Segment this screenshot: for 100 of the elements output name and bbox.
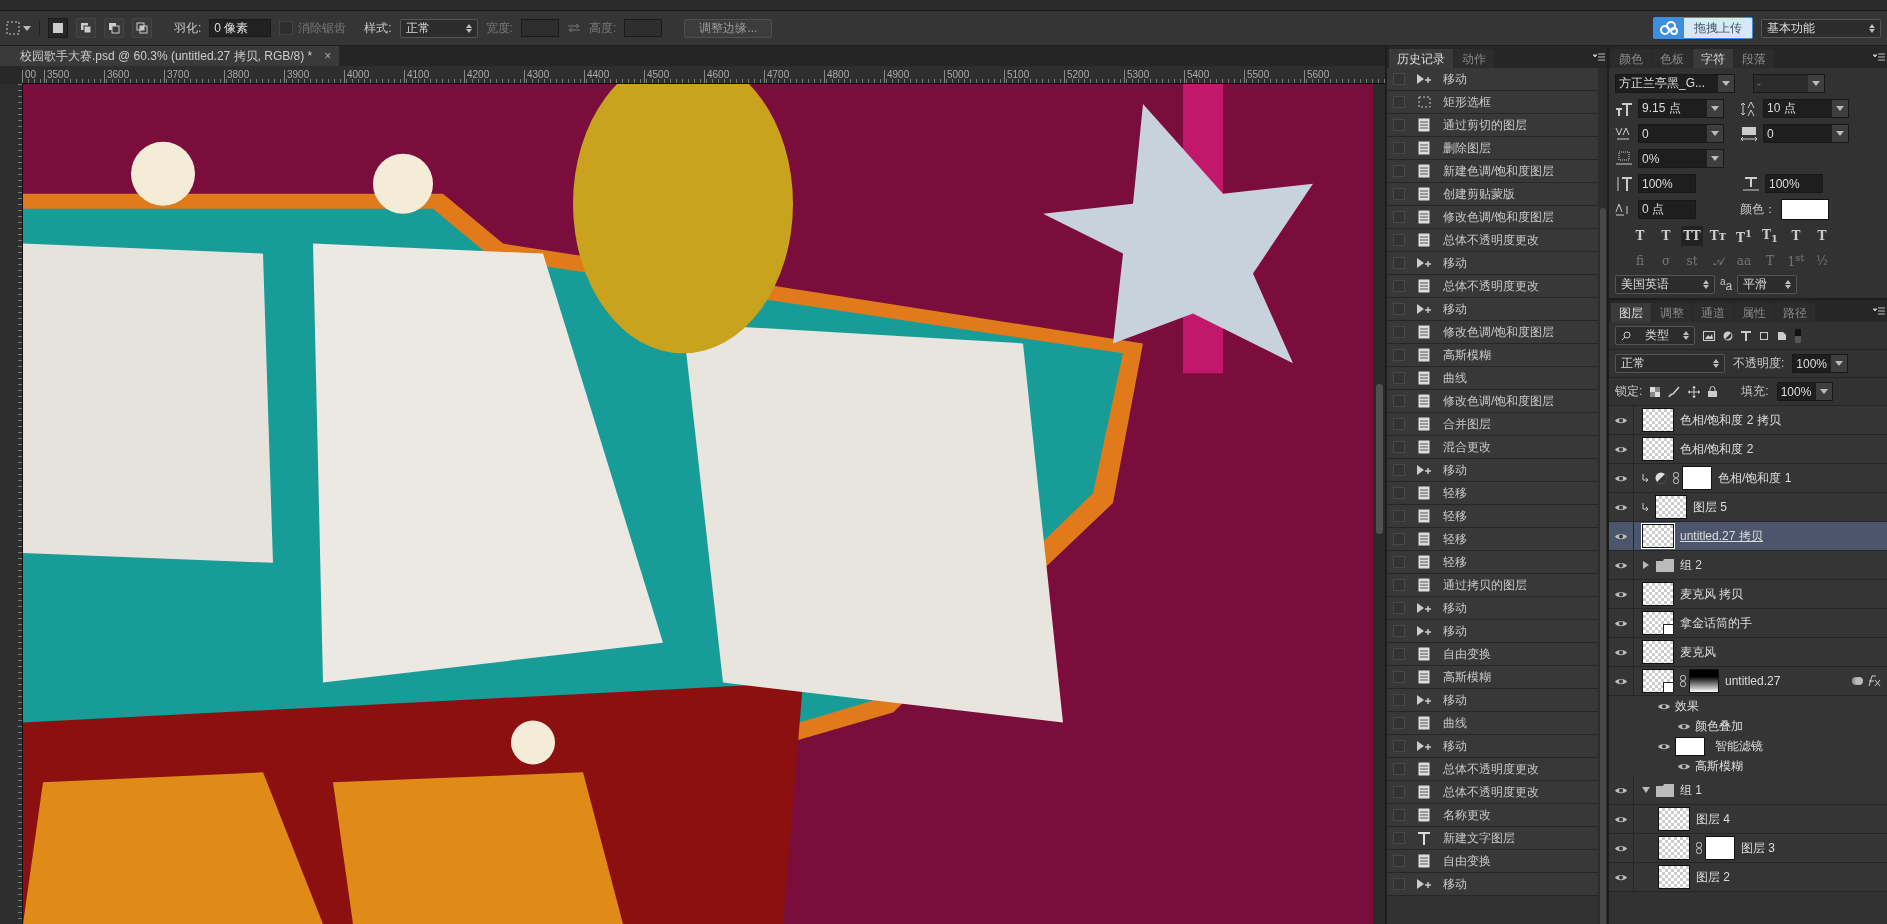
history-item[interactable]: 总体不透明度更改 (1387, 758, 1598, 781)
layer-row[interactable]: 组 1 (1609, 776, 1887, 805)
panel-tab[interactable]: 属性 (1734, 303, 1774, 322)
history-item[interactable]: 移动 (1387, 689, 1598, 712)
panel-tab[interactable]: 动作 (1454, 49, 1494, 68)
collapsed-triangle-icon[interactable] (1642, 561, 1650, 569)
refine-edge-button[interactable]: 调整边缘... (684, 18, 773, 38)
layer-row[interactable]: 图层 2 (1609, 863, 1887, 892)
image-filter-icon[interactable] (1703, 330, 1715, 341)
type-filter-icon[interactable] (1741, 330, 1751, 341)
eye-icon[interactable] (1677, 761, 1691, 771)
layer-row[interactable]: 图层 4 (1609, 805, 1887, 834)
eye-icon[interactable] (1614, 473, 1628, 483)
baseline-shift-field[interactable]: 0 点 (1638, 200, 1696, 219)
history-item[interactable]: 高斯模糊 (1387, 344, 1598, 367)
eye-icon[interactable] (1614, 589, 1628, 599)
layer-row[interactable]: 麦克风 (1609, 638, 1887, 667)
adjustment-filter-icon[interactable] (1723, 330, 1733, 341)
panel-tab[interactable]: 路径 (1775, 303, 1815, 322)
history-item[interactable]: 自由变换 (1387, 643, 1598, 666)
history-item[interactable]: 移动 (1387, 252, 1598, 275)
brush-icon[interactable] (1668, 385, 1681, 398)
layer-row[interactable]: 图层 5 (1609, 493, 1887, 522)
move-cross-icon[interactable] (1688, 385, 1701, 398)
history-item[interactable]: 曲线 (1387, 712, 1598, 735)
layer-row[interactable]: 图层 3 (1609, 834, 1887, 863)
leading-field[interactable]: 10 点 (1763, 99, 1849, 118)
history-item[interactable]: 总体不透明度更改 (1387, 781, 1598, 804)
layer-row[interactable]: 色相/饱和度 2 拷贝 (1609, 406, 1887, 435)
eye-icon[interactable] (1614, 647, 1628, 657)
history-item[interactable]: 移动 (1387, 873, 1598, 896)
selection-mode-button[interactable] (104, 18, 124, 38)
panel-menu-icon[interactable] (1873, 53, 1885, 61)
history-item[interactable]: 通过剪切的图层 (1387, 114, 1598, 137)
panel-tab[interactable]: 颜色 (1611, 49, 1651, 68)
selection-mode-button[interactable] (132, 18, 152, 38)
feather-field[interactable]: 0 像素 (209, 19, 272, 37)
workspace-select[interactable]: 基本功能 (1761, 18, 1881, 38)
history-item[interactable]: 轻移 (1387, 505, 1598, 528)
swap-icon[interactable] (567, 23, 582, 33)
eye-icon[interactable] (1614, 502, 1628, 512)
tracking-field[interactable]: 0 (1763, 124, 1849, 143)
history-item[interactable]: 新建文字图层 (1387, 827, 1598, 850)
fill-field[interactable]: 100% (1776, 382, 1833, 401)
text-style-button[interactable]: T$^{1}$ (1733, 226, 1755, 246)
kerning-field[interactable]: 0 (1638, 124, 1724, 143)
style-select[interactable]: 正常 (399, 18, 478, 38)
eye-icon[interactable] (1614, 785, 1628, 795)
history-item[interactable]: 总体不透明度更改 (1387, 275, 1598, 298)
blend-mode-select[interactable]: 正常 (1615, 354, 1725, 373)
expanded-triangle-icon[interactable] (1642, 786, 1650, 794)
text-style-button[interactable]: Tт (1707, 226, 1729, 246)
layer-row[interactable]: untitled.27 (1609, 667, 1887, 696)
text-style-button[interactable]: T (1811, 226, 1833, 246)
eye-icon[interactable] (1614, 618, 1628, 628)
history-item[interactable]: 矩形选框 (1387, 91, 1598, 114)
layer-row[interactable]: untitled.27 拷贝 (1609, 522, 1887, 551)
eye-icon[interactable] (1614, 843, 1628, 853)
eye-icon[interactable] (1614, 872, 1628, 882)
eye-icon[interactable] (1614, 531, 1628, 541)
history-item[interactable]: 移动 (1387, 735, 1598, 758)
panel-menu-icon[interactable] (1873, 307, 1885, 315)
vertical-scale-field[interactable]: 100% (1638, 174, 1696, 193)
selection-mode-button[interactable] (76, 18, 96, 38)
eye-icon[interactable] (1614, 814, 1628, 824)
panel-tab[interactable]: 调整 (1652, 303, 1692, 322)
panel-tab[interactable]: 图层 (1611, 303, 1651, 322)
layer-row[interactable]: 组 2 (1609, 551, 1887, 580)
document-tab[interactable]: 校园歌手大赛.psd @ 60.3% (untitled.27 拷贝, RGB/8) * × (0, 46, 340, 66)
text-style-button[interactable]: T (1629, 226, 1651, 246)
shape-filter-icon[interactable] (1759, 330, 1769, 341)
history-item[interactable]: 移动 (1387, 298, 1598, 321)
history-item[interactable]: 创建剪贴蒙版 (1387, 183, 1598, 206)
height-field[interactable] (624, 19, 663, 37)
text-style-button[interactable]: T (1785, 226, 1807, 246)
layer-row[interactable]: 麦克风 拷贝 (1609, 580, 1887, 609)
history-item[interactable]: 通过拷贝的图层 (1387, 574, 1598, 597)
history-item[interactable]: 新建色调/饱和度图层 (1387, 160, 1598, 183)
scrollbar-thumb[interactable] (1375, 384, 1383, 534)
scrollbar-thumb[interactable] (1599, 208, 1606, 924)
horizontal-scale-field[interactable]: 100% (1765, 174, 1823, 193)
panel-tab[interactable]: 历史记录 (1389, 49, 1453, 68)
eye-icon[interactable] (1614, 676, 1628, 686)
eye-icon[interactable] (1677, 721, 1691, 731)
eye-icon[interactable] (1614, 415, 1628, 425)
history-item[interactable]: 移动 (1387, 597, 1598, 620)
history-item[interactable]: 移动 (1387, 459, 1598, 482)
eye-icon[interactable] (1657, 701, 1671, 711)
history-item[interactable]: 轻移 (1387, 551, 1598, 574)
history-item[interactable]: 删除图层 (1387, 137, 1598, 160)
history-item[interactable]: 轻移 (1387, 528, 1598, 551)
history-item[interactable]: 总体不透明度更改 (1387, 229, 1598, 252)
text-style-button[interactable]: TT (1681, 226, 1703, 246)
history-item[interactable]: 轻移 (1387, 482, 1598, 505)
panel-menu-icon[interactable] (1593, 53, 1605, 61)
font-size-field[interactable]: 9.15 点 (1638, 99, 1724, 118)
history-item[interactable]: 修改色调/饱和度图层 (1387, 206, 1598, 229)
width-field[interactable] (521, 19, 560, 37)
eye-icon[interactable] (1657, 741, 1671, 751)
layer-filter-select[interactable]: 类型 (1615, 326, 1695, 345)
